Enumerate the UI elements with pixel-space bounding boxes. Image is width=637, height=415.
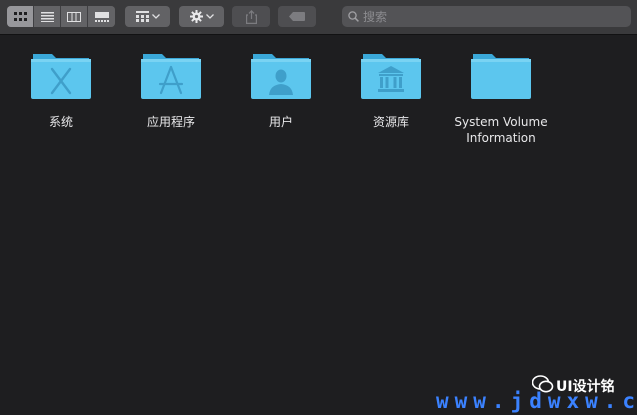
column-view-icon xyxy=(67,11,81,22)
finder-toolbar xyxy=(0,0,637,35)
share-icon xyxy=(245,9,257,24)
icon-view-icon xyxy=(13,11,27,21)
search-icon xyxy=(348,11,359,22)
system-folder-icon xyxy=(31,54,91,99)
folder-label: System Volume Information xyxy=(454,115,548,145)
folder-item-system[interactable]: 系统 xyxy=(6,50,116,130)
gallery-view-icon xyxy=(94,11,109,22)
search-input[interactable] xyxy=(359,9,613,24)
folder-item-applications[interactable]: 应用程序 xyxy=(116,50,226,130)
list-view-button[interactable] xyxy=(34,6,61,27)
folder-item-users[interactable]: 用户 xyxy=(226,50,336,130)
folder-label: 系统 xyxy=(48,115,73,129)
group-by-button[interactable] xyxy=(125,6,170,27)
list-view-icon xyxy=(40,11,54,22)
action-menu-button[interactable] xyxy=(179,6,224,27)
gallery-view-button[interactable] xyxy=(88,6,115,27)
folder-icon xyxy=(471,54,531,99)
chevron-down-icon xyxy=(151,14,160,19)
watermark-url: www.jdwxw.cn xyxy=(436,389,637,413)
folder-item-system-volume-information[interactable]: System Volume Information xyxy=(446,50,556,146)
view-mode-control xyxy=(7,6,115,27)
folder-label: 应用程序 xyxy=(146,115,195,129)
search-field[interactable] xyxy=(342,6,631,27)
applications-folder-icon xyxy=(141,54,201,99)
icon-view-button[interactable] xyxy=(7,6,34,27)
chevron-down-icon xyxy=(205,14,214,19)
folder-item-library[interactable]: 资源库 xyxy=(336,50,446,130)
share-button[interactable] xyxy=(232,6,270,27)
column-view-button[interactable] xyxy=(61,6,88,27)
gear-icon xyxy=(189,10,203,23)
folder-label: 资源库 xyxy=(372,115,409,129)
library-folder-icon xyxy=(361,54,421,99)
users-folder-icon xyxy=(251,54,311,99)
grid-group-icon xyxy=(135,11,149,22)
tag-button[interactable] xyxy=(278,6,316,27)
folder-label: 用户 xyxy=(268,115,293,129)
tag-icon xyxy=(289,12,305,21)
